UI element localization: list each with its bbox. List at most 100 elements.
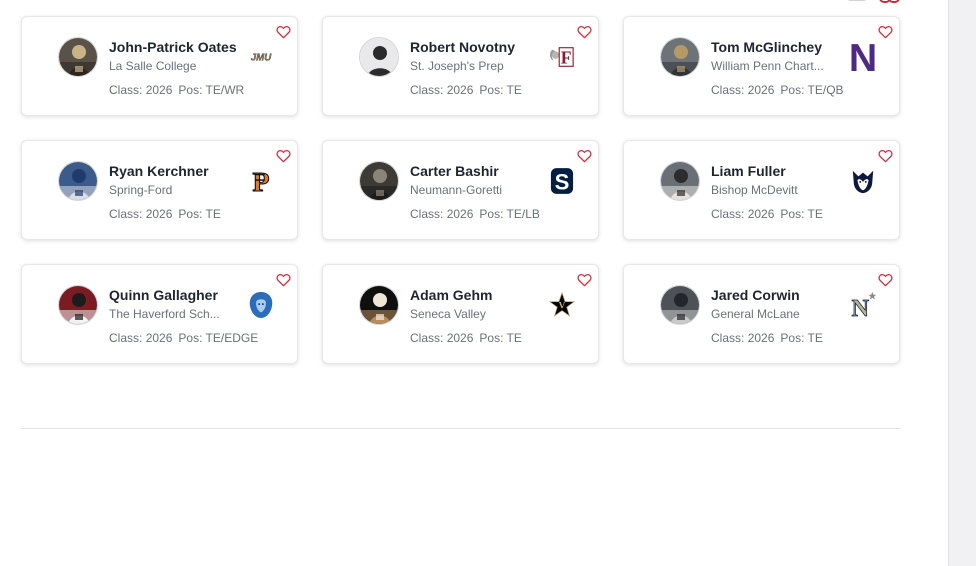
player-name[interactable]: Carter Bashir bbox=[410, 163, 499, 179]
position-label: Pos: bbox=[479, 207, 504, 221]
class-year: 2026 bbox=[145, 331, 173, 345]
player-meta: Class: 2026 Pos: TE/LB bbox=[410, 207, 540, 221]
class-year: 2026 bbox=[446, 331, 474, 345]
player-card[interactable]: John-Patrick Oates La Salle College Class:… bbox=[21, 16, 298, 116]
player-school: Spring-Ford bbox=[109, 183, 173, 197]
northwestern-logo: N bbox=[847, 35, 879, 79]
position-label: Pos: bbox=[479, 83, 504, 97]
columbia-lion-logo bbox=[245, 283, 277, 327]
player-avatar[interactable] bbox=[359, 285, 399, 325]
player-avatar[interactable] bbox=[660, 37, 700, 77]
player-avatar[interactable] bbox=[359, 37, 399, 77]
player-card[interactable]: Robert Novotny St. Joseph's Prep Class: 20… bbox=[322, 16, 599, 116]
svg-text:V: V bbox=[559, 302, 566, 312]
position-label: Pos: bbox=[178, 331, 203, 345]
favorite-heart-icon[interactable] bbox=[276, 25, 291, 39]
player-meta: Class: 2026 Pos: TE bbox=[410, 331, 522, 345]
player-school: St. Joseph's Prep bbox=[410, 59, 504, 73]
section-divider bbox=[21, 428, 901, 429]
position-label: Pos: bbox=[178, 83, 203, 97]
player-card[interactable]: Liam Fuller Bishop McDevitt Class: 2026 Pos… bbox=[623, 140, 900, 240]
svg-text:N: N bbox=[849, 37, 877, 78]
penn-state-logo: S bbox=[546, 159, 578, 203]
position-value: TE bbox=[205, 207, 221, 221]
player-avatar[interactable] bbox=[660, 285, 700, 325]
navy-logo: N bbox=[847, 283, 879, 327]
player-card[interactable]: Tom McGlinchey William Penn Chart... Class… bbox=[623, 16, 900, 116]
player-avatar[interactable] bbox=[58, 37, 98, 77]
favorite-heart-icon[interactable] bbox=[878, 273, 893, 287]
favorite-heart-icon[interactable] bbox=[577, 149, 592, 163]
player-name[interactable]: Quinn Gallagher bbox=[109, 287, 218, 303]
class-label: Class: bbox=[109, 207, 143, 221]
player-card[interactable]: Adam Gehm Seneca Valley Class: 2026 Pos: TE… bbox=[322, 264, 599, 364]
position-label: Pos: bbox=[780, 83, 805, 97]
class-year: 2026 bbox=[145, 83, 173, 97]
class-label: Class: bbox=[109, 331, 143, 345]
player-avatar[interactable] bbox=[660, 161, 700, 201]
player-school: Neumann-Goretti bbox=[410, 183, 503, 197]
class-year: 2026 bbox=[145, 207, 173, 221]
class-year: 2026 bbox=[446, 83, 474, 97]
player-school: Seneca Valley bbox=[410, 307, 486, 321]
player-name[interactable]: Tom McGlinchey bbox=[711, 39, 822, 55]
player-school: William Penn Chart... bbox=[711, 59, 824, 73]
player-name[interactable]: Jared Corwin bbox=[711, 287, 800, 303]
player-card[interactable]: Ryan Kerchner Spring-Ford Class: 2026 Pos: … bbox=[21, 140, 298, 240]
favorite-heart-icon[interactable] bbox=[276, 149, 291, 163]
favorite-heart-icon[interactable] bbox=[577, 273, 592, 287]
player-name[interactable]: Robert Novotny bbox=[410, 39, 515, 55]
position-value: TE/EDGE bbox=[205, 331, 259, 345]
player-meta: Class: 2026 Pos: TE bbox=[410, 83, 522, 97]
player-school: General McLane bbox=[711, 307, 800, 321]
vanderbilt-star-logo: V bbox=[546, 283, 578, 327]
player-avatar[interactable] bbox=[58, 161, 98, 201]
position-value: TE/QB bbox=[807, 83, 844, 97]
player-meta: Class: 2026 Pos: TE/QB bbox=[711, 83, 844, 97]
player-school: La Salle College bbox=[109, 59, 197, 73]
svg-text:P: P bbox=[253, 167, 270, 195]
right-scroll-rail bbox=[948, 0, 976, 566]
player-name[interactable]: John-Patrick Oates bbox=[109, 39, 237, 55]
class-label: Class: bbox=[711, 207, 745, 221]
position-label: Pos: bbox=[780, 207, 805, 221]
player-card[interactable]: Quinn Gallagher The Haverford Sch... Class… bbox=[21, 264, 298, 364]
player-avatar[interactable] bbox=[58, 285, 98, 325]
player-card[interactable]: Jared Corwin General McLane Class: 2026 Pos… bbox=[623, 264, 900, 364]
player-name[interactable]: Liam Fuller bbox=[711, 163, 786, 179]
class-label: Class: bbox=[410, 207, 444, 221]
player-school: Bishop McDevitt bbox=[711, 183, 798, 197]
svg-text:N: N bbox=[851, 295, 869, 320]
toolbar-peek-icon bbox=[848, 0, 866, 1]
class-label: Class: bbox=[410, 83, 444, 97]
favorite-heart-icon[interactable] bbox=[878, 149, 893, 163]
favorite-heart-icon[interactable] bbox=[276, 273, 291, 287]
class-year: 2026 bbox=[747, 331, 775, 345]
player-meta: Class: 2026 Pos: TE/WR bbox=[109, 83, 244, 97]
player-meta: Class: 2026 Pos: TE bbox=[711, 331, 823, 345]
position-label: Pos: bbox=[479, 331, 504, 345]
position-label: Pos: bbox=[178, 207, 203, 221]
toolbar-peek-heart-icon bbox=[879, 0, 900, 3]
player-meta: Class: 2026 Pos: TE bbox=[711, 207, 823, 221]
svg-text:JMU: JMU bbox=[251, 53, 272, 64]
svg-text:F: F bbox=[561, 48, 572, 68]
favorite-heart-icon[interactable] bbox=[878, 25, 893, 39]
class-label: Class: bbox=[109, 83, 143, 97]
player-meta: Class: 2026 Pos: TE/EDGE bbox=[109, 331, 258, 345]
position-value: TE bbox=[506, 331, 522, 345]
class-label: Class: bbox=[410, 331, 444, 345]
class-year: 2026 bbox=[446, 207, 474, 221]
player-card[interactable]: Carter Bashir Neumann-Goretti Class: 2026 P… bbox=[322, 140, 599, 240]
player-avatar[interactable] bbox=[359, 161, 399, 201]
player-name[interactable]: Adam Gehm bbox=[410, 287, 492, 303]
fordham-ram-logo: F bbox=[546, 35, 578, 79]
svg-text:S: S bbox=[555, 169, 570, 194]
position-value: TE bbox=[807, 331, 823, 345]
princeton-logo: P bbox=[245, 159, 277, 203]
class-label: Class: bbox=[711, 83, 745, 97]
favorite-heart-icon[interactable] bbox=[577, 25, 592, 39]
player-name[interactable]: Ryan Kerchner bbox=[109, 163, 209, 179]
class-year: 2026 bbox=[747, 83, 775, 97]
uconn-husky-logo bbox=[847, 159, 879, 203]
